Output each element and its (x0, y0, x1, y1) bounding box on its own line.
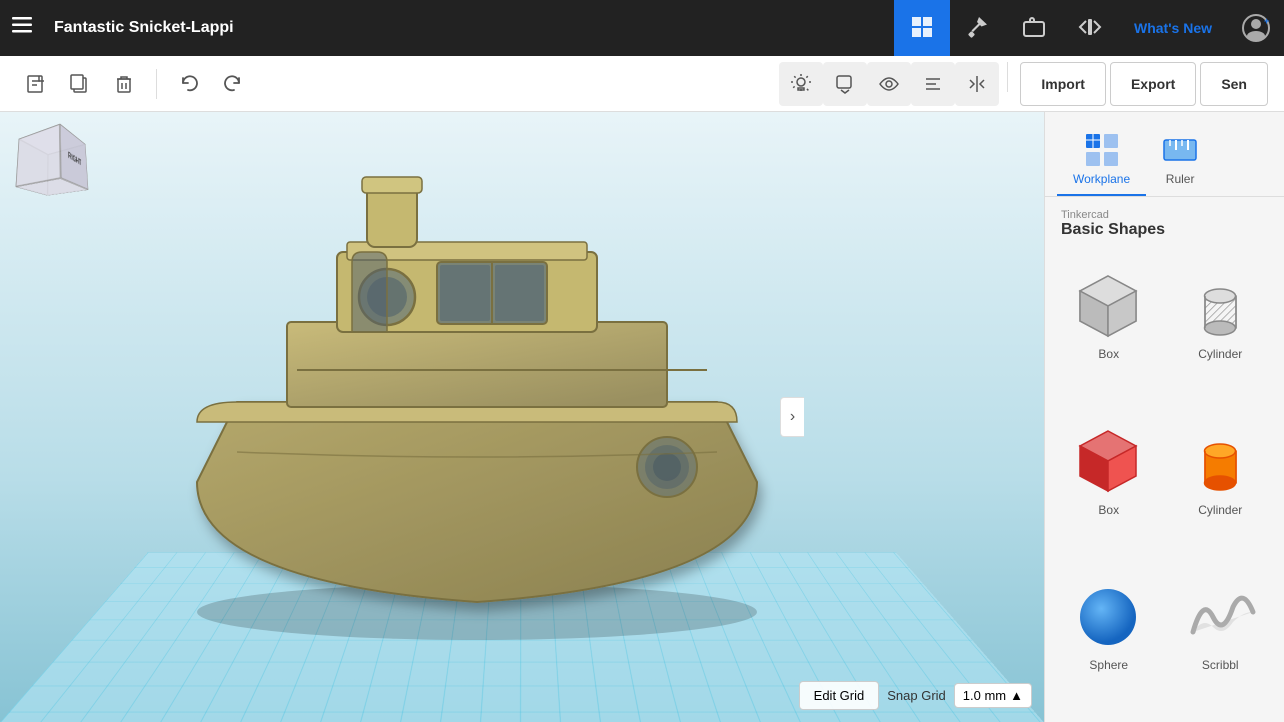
undo-btn[interactable] (169, 64, 209, 104)
main-area: RIGHT (0, 112, 1284, 722)
right-sidebar: Workplane Ruler Tinkercad Basic Shapes (1044, 112, 1284, 722)
toolbar: Import Export Sen (0, 56, 1284, 112)
workplane-tab-label: Workplane (1073, 172, 1130, 186)
mirror-btn[interactable] (955, 62, 999, 106)
new-btn[interactable] (16, 64, 56, 104)
shape-scribble-label: Scribbl (1202, 658, 1239, 672)
top-nav-bar: Fantastic Snicket-Lappi (0, 0, 1284, 56)
library-title: Basic Shapes (1061, 221, 1268, 239)
redo-btn[interactable] (213, 64, 253, 104)
shape-sphere-blue-label: Sphere (1089, 658, 1128, 672)
shape-grid: Box (1045, 247, 1284, 722)
edit-grid-btn[interactable]: Edit Grid (799, 681, 880, 710)
annotation-btn[interactable] (823, 62, 867, 106)
sidebar-tabs: Workplane Ruler (1045, 112, 1284, 197)
viewport[interactable]: RIGHT (0, 112, 1044, 722)
whats-new-btn[interactable]: What's New (1118, 20, 1228, 36)
snap-chevron-icon: ▲ (1010, 688, 1023, 703)
cube-front-face (15, 124, 60, 187)
workplane-tab[interactable]: Workplane (1057, 124, 1146, 196)
send-btn[interactable]: Sen (1200, 62, 1268, 106)
align-btn[interactable] (911, 62, 955, 106)
shape-cylinder-orange[interactable]: Cylinder (1169, 411, 1273, 559)
orientation-cube[interactable]: RIGHT (20, 132, 85, 197)
toolbar-right: Import Export Sen (779, 62, 1268, 106)
nav-code-btn[interactable] (1062, 0, 1118, 56)
shape-cylinder-gray-label: Cylinder (1198, 347, 1242, 361)
export-btn[interactable]: Export (1110, 62, 1196, 106)
user-btn[interactable]: + (1228, 0, 1284, 56)
snap-grid-value[interactable]: 1.0 mm ▲ (954, 683, 1032, 708)
svg-text:+: + (1264, 16, 1269, 26)
snap-grid-label: Snap Grid (887, 688, 946, 703)
ruler-tab[interactable]: Ruler (1146, 124, 1214, 196)
delete-btn[interactable] (104, 64, 144, 104)
ruler-tab-label: Ruler (1166, 172, 1195, 186)
nav-tinker-btn[interactable] (950, 0, 1006, 56)
nav-icons (894, 0, 1118, 56)
import-btn[interactable]: Import (1020, 62, 1106, 106)
shape-cylinder-orange-label: Cylinder (1198, 503, 1242, 517)
shape-sphere-blue[interactable]: Sphere (1057, 566, 1161, 714)
shape-box-red[interactable]: Box (1057, 411, 1161, 559)
collapse-sidebar-btn[interactable]: › (780, 397, 804, 437)
duplicate-btn[interactable] (60, 64, 100, 104)
project-title: Fantastic Snicket-Lappi (54, 19, 894, 37)
menu-icon[interactable] (12, 15, 32, 41)
boat-model (137, 122, 837, 642)
nav-design-btn[interactable] (894, 0, 950, 56)
nav-export-btn[interactable] (1006, 0, 1062, 56)
light-tool-btn[interactable] (779, 62, 823, 106)
shape-box-red-label: Box (1098, 503, 1119, 517)
shape-box-gray[interactable]: Box (1057, 255, 1161, 403)
shape-library-header: Tinkercad Basic Shapes (1045, 197, 1284, 247)
bottom-controls: Edit Grid Snap Grid 1.0 mm ▲ (799, 681, 1032, 710)
shape-box-gray-label: Box (1098, 347, 1119, 361)
view-btn[interactable] (867, 62, 911, 106)
library-brand: Tinkercad (1061, 209, 1268, 221)
shape-cylinder-gray[interactable]: Cylinder (1169, 255, 1273, 403)
shape-scribble[interactable]: Scribbl (1169, 566, 1273, 714)
